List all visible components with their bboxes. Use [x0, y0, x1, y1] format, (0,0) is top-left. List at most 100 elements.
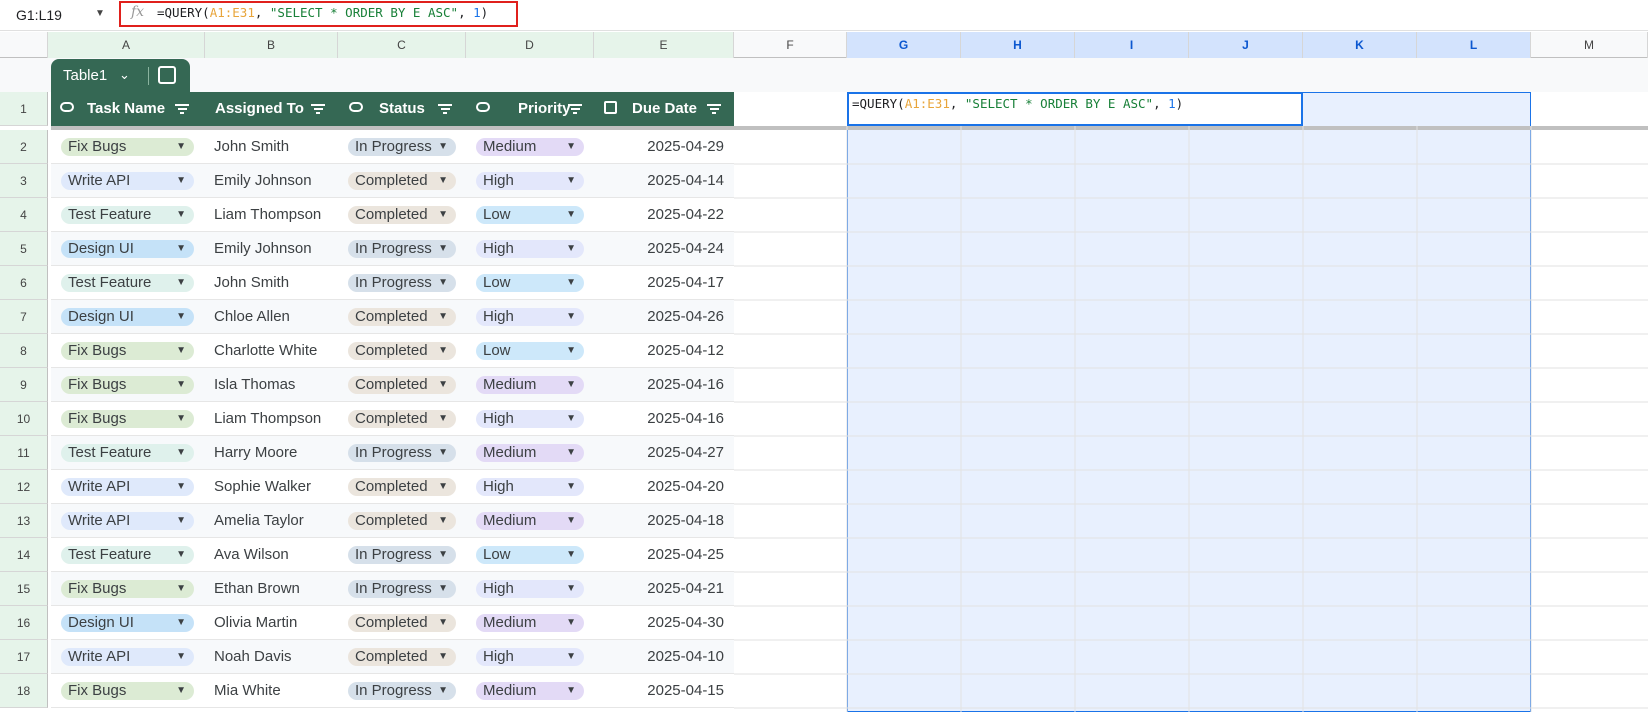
- dropdown-arrow-icon[interactable]: ▼: [566, 478, 576, 496]
- due-cell[interactable]: 2025-04-16: [647, 402, 724, 436]
- dropdown-arrow-icon[interactable]: ▼: [566, 240, 576, 258]
- dropdown-arrow-icon[interactable]: ▼: [176, 172, 186, 190]
- assigned-cell[interactable]: Chloe Allen: [214, 300, 290, 334]
- dropdown-arrow-icon[interactable]: ▼: [438, 648, 448, 666]
- assigned-cell[interactable]: Ava Wilson: [214, 538, 289, 572]
- task-chip[interactable]: Fix Bugs ▼: [61, 410, 194, 428]
- due-cell[interactable]: 2025-04-24: [647, 232, 724, 266]
- dropdown-arrow-icon[interactable]: ▼: [176, 648, 186, 666]
- due-cell[interactable]: 2025-04-30: [647, 606, 724, 640]
- assigned-cell[interactable]: Liam Thompson: [214, 198, 321, 232]
- priority-chip[interactable]: Medium ▼: [476, 138, 584, 156]
- row-header[interactable]: 9: [0, 368, 48, 402]
- dropdown-arrow-icon[interactable]: ▼: [176, 376, 186, 394]
- status-chip[interactable]: Completed ▼: [348, 342, 456, 360]
- dropdown-arrow-icon[interactable]: ▼: [176, 546, 186, 564]
- dropdown-arrow-icon[interactable]: ▼: [566, 138, 576, 156]
- assigned-cell[interactable]: Amelia Taylor: [214, 504, 304, 538]
- dropdown-arrow-icon[interactable]: ▼: [438, 682, 448, 700]
- header-due-date[interactable]: Due Date: [632, 92, 697, 126]
- column-header-b[interactable]: B: [205, 32, 338, 58]
- row-header[interactable]: 18: [0, 674, 48, 708]
- assigned-cell[interactable]: Liam Thompson: [214, 402, 321, 436]
- priority-chip[interactable]: Medium ▼: [476, 376, 584, 394]
- dropdown-arrow-icon[interactable]: ▼: [176, 478, 186, 496]
- dropdown-arrow-icon[interactable]: ▼: [176, 580, 186, 598]
- column-header-a[interactable]: A: [48, 32, 205, 58]
- priority-chip[interactable]: Low ▼: [476, 342, 584, 360]
- status-chip[interactable]: In Progress ▼: [348, 444, 456, 462]
- due-cell[interactable]: 2025-04-27: [647, 436, 724, 470]
- dropdown-arrow-icon[interactable]: ▼: [438, 308, 448, 326]
- due-cell[interactable]: 2025-04-14: [647, 164, 724, 198]
- dropdown-arrow-icon[interactable]: ▼: [438, 478, 448, 496]
- priority-chip[interactable]: Low ▼: [476, 274, 584, 292]
- dropdown-arrow-icon[interactable]: ▼: [566, 444, 576, 462]
- task-chip[interactable]: Fix Bugs ▼: [61, 376, 194, 394]
- table-menu-icon[interactable]: [158, 66, 176, 84]
- status-chip[interactable]: Completed ▼: [348, 206, 456, 224]
- task-chip[interactable]: Design UI ▼: [61, 614, 194, 632]
- row-header[interactable]: 12: [0, 470, 48, 504]
- assigned-cell[interactable]: John Smith: [214, 266, 289, 300]
- status-chip[interactable]: In Progress ▼: [348, 682, 456, 700]
- status-chip[interactable]: Completed ▼: [348, 410, 456, 428]
- task-chip[interactable]: Design UI ▼: [61, 240, 194, 258]
- dropdown-arrow-icon[interactable]: ▼: [438, 512, 448, 530]
- task-chip[interactable]: Write API ▼: [61, 478, 194, 496]
- dropdown-arrow-icon[interactable]: ▼: [438, 138, 448, 156]
- row-header[interactable]: 16: [0, 606, 48, 640]
- column-header-h[interactable]: H: [961, 32, 1075, 58]
- assigned-cell[interactable]: Ethan Brown: [214, 572, 300, 606]
- dropdown-arrow-icon[interactable]: ▼: [176, 138, 186, 156]
- chevron-down-icon[interactable]: ⌄: [119, 67, 130, 83]
- dropdown-arrow-icon[interactable]: ▼: [566, 648, 576, 666]
- dropdown-arrow-icon[interactable]: ▼: [438, 274, 448, 292]
- dropdown-arrow-icon[interactable]: ▼: [566, 342, 576, 360]
- row-header[interactable]: 8: [0, 334, 48, 368]
- row-header[interactable]: 15: [0, 572, 48, 606]
- status-chip[interactable]: Completed ▼: [348, 648, 456, 666]
- due-cell[interactable]: 2025-04-15: [647, 674, 724, 708]
- task-chip[interactable]: Fix Bugs ▼: [61, 580, 194, 598]
- task-chip[interactable]: Test Feature ▼: [61, 274, 194, 292]
- due-cell[interactable]: 2025-04-26: [647, 300, 724, 334]
- column-header-k[interactable]: K: [1303, 32, 1417, 58]
- column-header-d[interactable]: D: [466, 32, 594, 58]
- dropdown-arrow-icon[interactable]: ▼: [176, 444, 186, 462]
- dropdown-arrow-icon[interactable]: ▼: [176, 206, 186, 224]
- priority-chip[interactable]: High ▼: [476, 172, 584, 190]
- task-chip[interactable]: Write API ▼: [61, 512, 194, 530]
- column-header-g[interactable]: G: [847, 32, 961, 58]
- row-header[interactable]: 6: [0, 266, 48, 300]
- dropdown-arrow-icon[interactable]: ▼: [438, 580, 448, 598]
- status-chip[interactable]: Completed ▼: [348, 308, 456, 326]
- dropdown-arrow-icon[interactable]: ▼: [566, 308, 576, 326]
- due-cell[interactable]: 2025-04-20: [647, 470, 724, 504]
- task-chip[interactable]: Write API ▼: [61, 648, 194, 666]
- assigned-cell[interactable]: Olivia Martin: [214, 606, 297, 640]
- due-cell[interactable]: 2025-04-18: [647, 504, 724, 538]
- row-header[interactable]: 3: [0, 164, 48, 198]
- task-chip[interactable]: Fix Bugs ▼: [61, 138, 194, 156]
- priority-chip[interactable]: High ▼: [476, 410, 584, 428]
- assigned-cell[interactable]: Mia White: [214, 674, 281, 708]
- due-cell[interactable]: 2025-04-21: [647, 572, 724, 606]
- dropdown-arrow-icon[interactable]: ▼: [176, 614, 186, 632]
- assigned-cell[interactable]: Harry Moore: [214, 436, 297, 470]
- row-header[interactable]: 4: [0, 198, 48, 232]
- due-cell[interactable]: 2025-04-17: [647, 266, 724, 300]
- dropdown-arrow-icon[interactable]: ▼: [566, 546, 576, 564]
- dropdown-arrow-icon[interactable]: ▼: [176, 682, 186, 700]
- filter-icon[interactable]: [707, 104, 721, 114]
- filter-icon[interactable]: [175, 104, 189, 114]
- status-chip[interactable]: In Progress ▼: [348, 138, 456, 156]
- filter-icon[interactable]: [438, 104, 452, 114]
- status-chip[interactable]: In Progress ▼: [348, 580, 456, 598]
- row-header[interactable]: 11: [0, 436, 48, 470]
- assigned-cell[interactable]: John Smith: [214, 130, 289, 164]
- dropdown-arrow-icon[interactable]: ▼: [176, 308, 186, 326]
- status-chip[interactable]: In Progress ▼: [348, 240, 456, 258]
- assigned-cell[interactable]: Isla Thomas: [214, 368, 295, 402]
- header-priority[interactable]: Priority: [518, 92, 571, 126]
